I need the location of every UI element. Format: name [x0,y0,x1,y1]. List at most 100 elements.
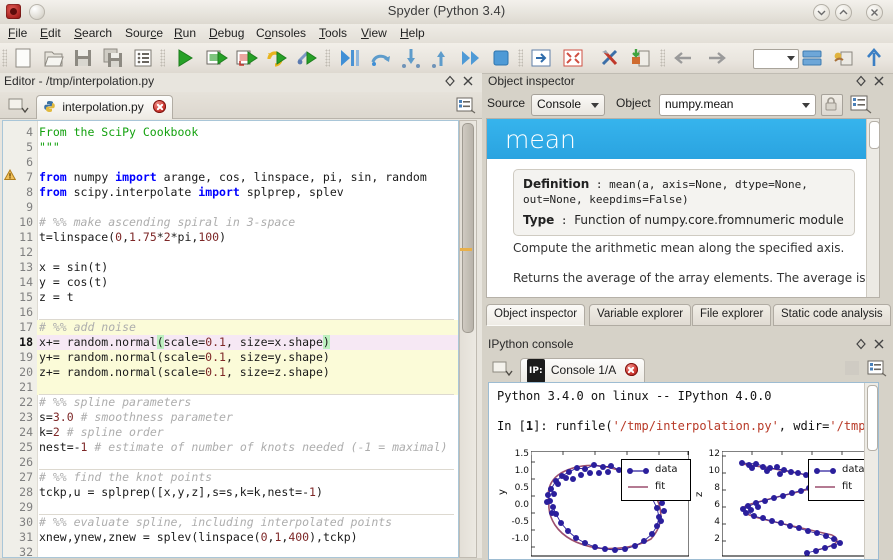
plot-xy[interactable]: y 1.5 1.0 0.5 0.0 -0.5 -1.0 data fit [493,445,691,559]
fullscreen-icon[interactable] [562,47,584,69]
code-line[interactable] [3,200,458,215]
debug-step-return-icon[interactable] [430,47,452,69]
new-file-icon[interactable] [12,47,34,69]
code-line[interactable] [3,155,458,170]
toolbar-grip[interactable] [518,49,523,67]
working-directory-combo[interactable] [753,49,799,69]
code-line[interactable] [3,500,458,515]
code-line[interactable]: y = cos(t) [3,275,458,290]
code-line[interactable] [3,455,458,470]
editor-vertical-scrollbar[interactable] [459,120,477,558]
forward-arrow-icon[interactable] [706,47,728,69]
toolbar-grip[interactable] [325,49,330,67]
undock-pane-icon[interactable] [855,75,867,87]
object-inspector-doc[interactable]: mean Definition : mean(a, axis=None, dty… [486,118,880,298]
code-line[interactable]: # %% evaluate spline, including interpol… [3,515,458,530]
code-line[interactable]: z = t [3,290,458,305]
browse-tabs-icon[interactable] [490,358,516,378]
pythonpath-manager-icon[interactable] [630,47,652,69]
browse-directory-icon[interactable] [801,47,823,69]
close-pane-icon[interactable] [462,75,474,87]
tab-object-inspector[interactable]: Object inspector [486,304,586,326]
options-menu-icon[interactable] [850,94,872,114]
menu-help[interactable]: Help [396,26,429,41]
ipython-vertical-scrollbar[interactable] [864,383,878,559]
menu-view[interactable]: View [357,26,391,41]
menu-source[interactable]: Source [121,26,167,41]
change-directory-icon[interactable] [833,47,855,69]
browse-tabs-icon[interactable] [6,95,32,115]
doc-scroll-thumb[interactable] [869,121,879,149]
menu-run[interactable]: Run [170,26,200,41]
undock-pane-icon[interactable] [855,338,867,350]
file-switcher-icon[interactable] [132,47,154,69]
code-line[interactable] [3,305,458,320]
tab-file-explorer[interactable]: File explorer [692,304,772,326]
menu-debug[interactable]: Debug [205,26,248,41]
ipython-tab-console-1a[interactable]: IP: Console 1/A [520,358,645,383]
code-line[interactable]: # %% find the knot points [3,470,458,485]
tab-variable-explorer[interactable]: Variable explorer [589,304,692,326]
object-combo[interactable]: numpy.mean [659,94,816,116]
run-file-icon[interactable] [174,47,196,69]
toolbar-grip[interactable] [660,49,665,67]
code-line[interactable]: s=3.0 # smoothness parameter [3,410,458,425]
menu-edit[interactable]: Edit [36,26,65,41]
code-line[interactable]: # %% spline parameters [3,395,458,410]
ipython-output-area[interactable]: Python 3.4.0 on linux -- IPython 4.0.0 I… [488,382,879,560]
code-line[interactable]: from scipy.interpolate import splprep, s… [3,185,458,200]
code-line[interactable]: tckp,u = splprep([x,y,z],s=s,k=k,nest=-1… [3,485,458,500]
save-all-icon[interactable] [102,47,124,69]
menu-search[interactable]: Search [70,26,116,41]
code-line[interactable] [3,245,458,260]
close-tab-icon[interactable] [153,100,167,113]
options-menu-icon[interactable] [867,359,887,377]
code-line[interactable] [3,545,458,557]
debug-step-over-icon[interactable] [370,47,392,69]
close-tab-icon[interactable] [624,363,638,376]
run-settings-icon[interactable] [296,47,318,69]
code-line[interactable]: x = sin(t) [3,260,458,275]
undock-pane-icon[interactable] [444,75,456,87]
parent-directory-icon[interactable] [863,47,885,69]
code-line[interactable]: z+= random.normal(scale=0.1, size=z.shap… [3,365,458,380]
menu-consoles[interactable]: Consoles [252,26,310,41]
tab-static-code-analysis[interactable]: Static code analysis [773,304,891,326]
code-line[interactable]: # %% add noise [3,320,458,335]
debug-stop-icon[interactable] [490,47,512,69]
minimize-button[interactable] [813,4,830,21]
menu-tools[interactable]: Tools [315,26,351,41]
code-line[interactable]: nest=-1 # estimate of number of knots ne… [3,440,458,455]
maximize-pane-icon[interactable] [530,47,552,69]
code-line[interactable]: y+= random.normal(scale=0.1, size=y.shap… [3,350,458,365]
run-cell-advance-icon[interactable] [236,47,258,69]
code-line[interactable]: xnew,ynew,znew = splev(linspace(0,1,400)… [3,530,458,545]
code-line[interactable]: k=2 # spline order [3,425,458,440]
save-file-icon[interactable] [72,47,94,69]
code-line[interactable]: x+= random.normal(scale=0.1, size=x.shap… [3,335,458,350]
open-file-icon[interactable] [42,47,64,69]
source-combo[interactable]: Console [531,94,605,116]
code-line[interactable]: from numpy import arange, cos, linspace,… [3,170,458,185]
code-line[interactable]: t=linspace(0,1.75*2*pi,100) [3,230,458,245]
editor-tab-interpolation[interactable]: interpolation.py [36,95,174,119]
doc-vertical-scrollbar[interactable] [866,119,879,297]
back-arrow-icon[interactable] [672,47,694,69]
menu-file[interactable]: File [4,26,31,41]
close-pane-icon[interactable] [873,338,885,350]
options-menu-icon[interactable] [456,96,476,114]
code-line[interactable]: From the SciPy Cookbook [3,125,458,140]
maximize-button[interactable] [835,4,852,21]
code-editor-area[interactable]: 4 From the SciPy Cookbook 5 """ 6 7 from numpy… [2,120,459,558]
close-button[interactable] [866,4,883,21]
debug-continue-icon[interactable] [460,47,482,69]
code-line[interactable]: # %% make ascending spiral in 3-space [3,215,458,230]
stop-kernel-icon[interactable] [845,361,859,375]
code-line[interactable]: """ [3,140,458,155]
re-run-cell-icon[interactable] [266,47,288,69]
toolbar-grip[interactable] [2,49,7,67]
close-pane-icon[interactable] [873,75,885,87]
toolbar-grip[interactable] [160,49,165,67]
ipython-scroll-thumb[interactable] [867,385,878,451]
lock-icon[interactable] [821,94,843,116]
